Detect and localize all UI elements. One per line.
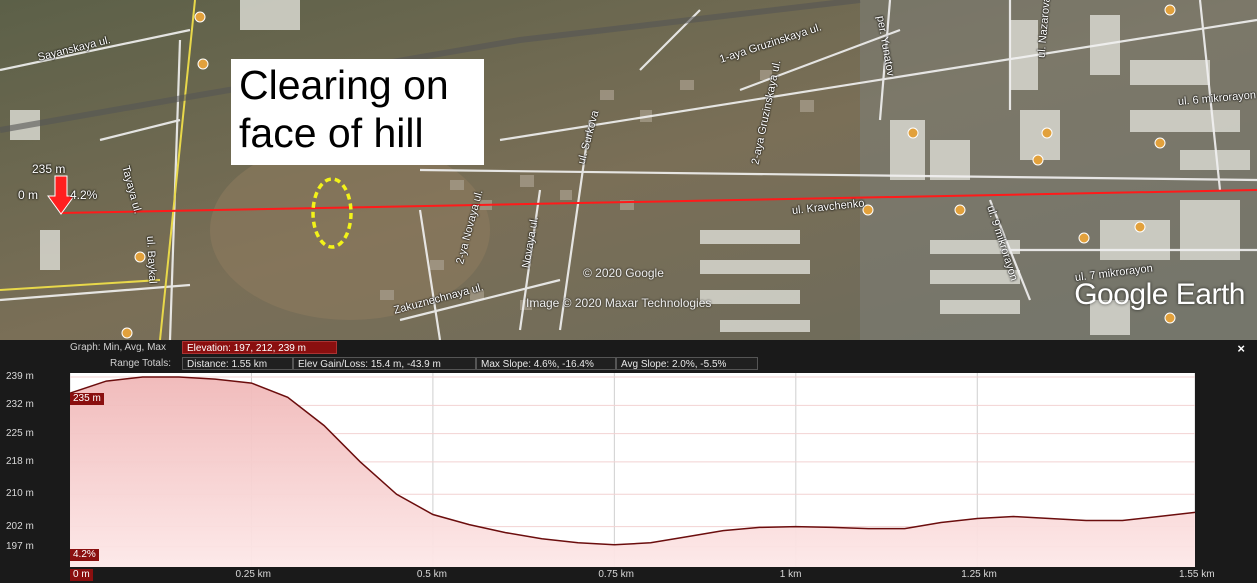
graph-header-label: Graph: Min, Avg, Max [70,342,166,353]
x-tick-label: 0.75 km [598,569,634,580]
street-label: ul. Baykal [144,235,159,284]
annotation-callout: Clearing on face of hill [231,59,484,165]
x-tick-label: 1.55 km [1179,569,1215,580]
map-imagery [0,0,1257,340]
marker-slope-label: 4.2% [70,188,98,202]
elevation-stats-box: Elevation: 197, 212, 239 m [182,341,337,354]
current-slope-tag: 4.2% [70,549,99,561]
avg-slope-box: Avg Slope: 2.0%, -5.5% [616,357,758,370]
annotation-line-1: Clearing on [239,62,449,108]
marker-distance-label: 0 m [18,188,39,202]
marker-elevation-label: 235 m [32,162,66,176]
google-earth-logo: Google Earth [1074,278,1245,311]
annotation-line-2: face of hill [239,110,424,156]
close-icon[interactable]: × [1237,341,1245,356]
x-tick-label: 0.25 km [235,569,272,580]
google-earth-window: Sayanskaya ul. 1-aya Gruzinskaya ul. per… [0,0,1257,583]
copyright-imagery: Image © 2020 Maxar Technologies [526,296,712,310]
elev-gain-loss-box: Elev Gain/Loss: 15.4 m, -43.9 m [293,357,476,370]
y-tick-label: 225 m [6,427,34,439]
range-totals-label: Range Totals: [110,358,171,369]
y-tick-label: 210 m [6,488,34,500]
copyright-google: © 2020 Google [583,266,664,280]
elevation-chart[interactable] [70,373,1195,567]
current-distance-tag: 0 m [70,569,93,581]
y-tick-label: 239 m [6,371,34,383]
satellite-map[interactable]: Sayanskaya ul. 1-aya Gruzinskaya ul. per… [0,0,1257,340]
y-tick-label: 232 m [6,399,34,411]
y-tick-label: 197 m [6,540,34,552]
x-tick-label: 0.5 km [416,569,447,580]
x-tick-label: 1 km [779,569,802,580]
y-tick-label: 202 m [6,520,34,532]
distance-box: Distance: 1.55 km [182,357,293,370]
current-elevation-tag: 235 m [70,393,104,405]
max-slope-box: Max Slope: 4.6%, -16.4% [476,357,616,370]
x-tick-label: 1.25 km [961,569,997,580]
y-tick-label: 218 m [6,455,34,467]
